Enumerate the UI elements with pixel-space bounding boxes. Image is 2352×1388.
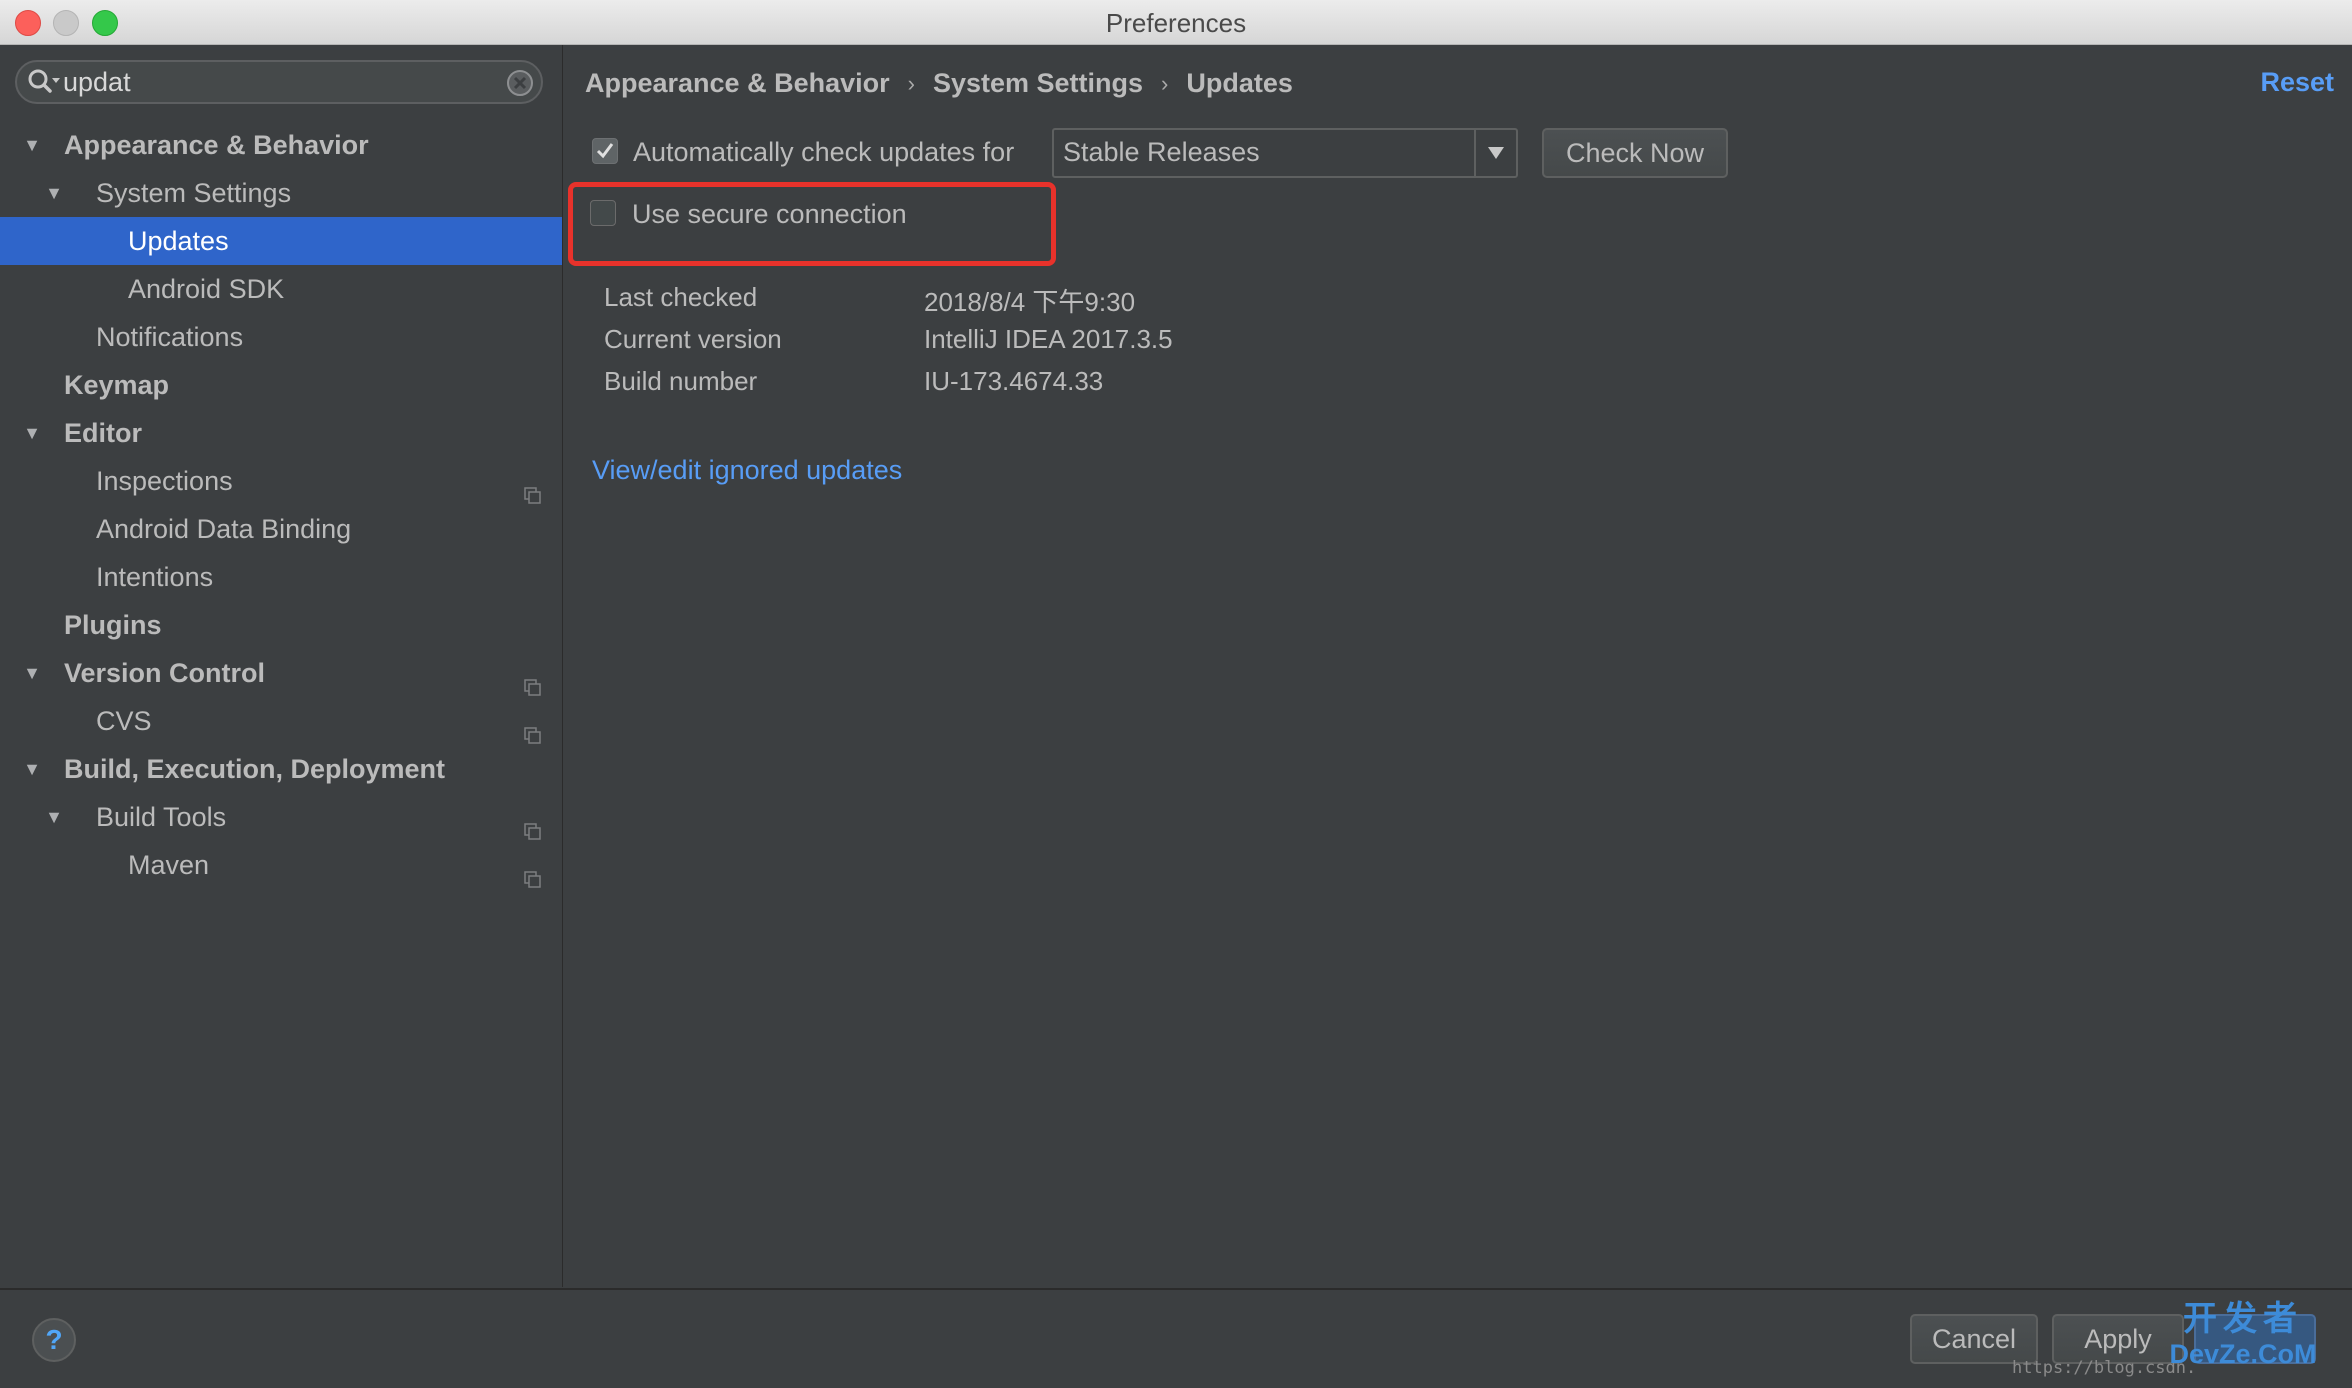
sidebar-item-label: Maven bbox=[128, 850, 210, 880]
search-input[interactable] bbox=[63, 64, 483, 100]
sidebar-item-version-control[interactable]: ▼ Version Control bbox=[0, 649, 562, 697]
view-edit-ignored-updates-link[interactable]: View/edit ignored updates bbox=[592, 455, 902, 486]
sidebar-item-build-tools[interactable]: ▼ Build Tools bbox=[0, 793, 562, 841]
reset-link[interactable]: Reset bbox=[2260, 67, 2334, 98]
info-value: IU-173.4674.33 bbox=[924, 366, 1104, 396]
breadcrumb-appearance-behavior: Appearance & Behavior bbox=[585, 68, 890, 99]
expand-arrow-icon[interactable]: ▼ bbox=[22, 649, 42, 697]
search-box[interactable] bbox=[15, 60, 543, 104]
dropdown-arrow-button[interactable] bbox=[1474, 130, 1516, 176]
project-level-icon bbox=[524, 712, 542, 744]
settings-sidebar: ▼Appearance & Behavior▼System SettingsUp… bbox=[0, 45, 563, 1287]
sidebar-item-build-execution-deployment[interactable]: ▼ Build, Execution, Deployment bbox=[0, 745, 562, 793]
update-channel-value: Stable Releases bbox=[1063, 137, 1260, 167]
expand-arrow-icon[interactable]: ▼ bbox=[44, 169, 64, 217]
search-icon[interactable] bbox=[27, 68, 63, 96]
sidebar-item-android-sdk[interactable]: Android SDK bbox=[0, 265, 562, 313]
window-title: Preferences bbox=[1105, 8, 1247, 38]
info-value: IntelliJ IDEA 2017.3.5 bbox=[924, 324, 1173, 354]
expand-arrow-icon[interactable]: ▼ bbox=[22, 409, 42, 457]
info-key: Last checked bbox=[604, 282, 758, 312]
clear-search-icon[interactable] bbox=[505, 68, 535, 98]
project-level-icon bbox=[524, 472, 542, 504]
checkmark-icon bbox=[596, 143, 614, 159]
sidebar-item-plugins[interactable]: Plugins bbox=[0, 601, 562, 649]
sidebar-item-label: Editor bbox=[64, 418, 142, 448]
sidebar-item-maven[interactable]: Maven bbox=[0, 841, 562, 889]
sidebar-item-android-data-binding[interactable]: Android Data Binding bbox=[0, 505, 562, 553]
breadcrumb-updates: Updates bbox=[1186, 68, 1293, 99]
chevron-down-icon bbox=[1488, 147, 1504, 159]
sidebar-item-editor[interactable]: ▼ Editor bbox=[0, 409, 562, 457]
apply-button[interactable]: Apply bbox=[2052, 1314, 2184, 1364]
dialog-footer: ? Cancel Apply https://blog.csdn. 开发者 De… bbox=[0, 1288, 2352, 1388]
auto-check-updates-checkbox[interactable] bbox=[592, 138, 618, 164]
info-value: 2018/8/4 下午9:30 bbox=[924, 287, 1136, 317]
sidebar-item-label: Inspections bbox=[96, 466, 233, 496]
info-key: Current version bbox=[604, 324, 782, 354]
project-level-icon bbox=[524, 808, 542, 840]
breadcrumb-system-settings: System Settings bbox=[932, 68, 1144, 99]
sidebar-item-intentions[interactable]: Intentions bbox=[0, 553, 562, 601]
sidebar-item-updates[interactable]: Updates bbox=[0, 217, 562, 265]
brand-watermark-bottom: DevZe.CoM bbox=[2169, 1339, 2317, 1369]
breadcrumb-separator: › bbox=[907, 70, 915, 96]
title-bar: Preferences bbox=[0, 0, 2352, 45]
cancel-button[interactable]: Cancel bbox=[1910, 1314, 2038, 1364]
sidebar-item-appearance-behavior[interactable]: ▼ Appearance & Behavior bbox=[0, 121, 562, 169]
sidebar-item-label: Build Tools bbox=[96, 802, 227, 832]
update-channel-select[interactable]: Stable Releases bbox=[1052, 128, 1518, 178]
expand-arrow-icon[interactable]: ▼ bbox=[44, 793, 64, 841]
project-level-icon bbox=[524, 664, 542, 696]
sidebar-item-label: Updates bbox=[128, 226, 229, 256]
sidebar-item-label: System Settings bbox=[96, 178, 292, 208]
sidebar-item-inspections[interactable]: Inspections bbox=[0, 457, 562, 505]
settings-tree: ▼ Appearance & Behavior ▼ System Settings Up… bbox=[0, 121, 562, 889]
breadcrumb-separator: › bbox=[1161, 70, 1169, 96]
annotation-highlight-box bbox=[568, 182, 1056, 266]
sidebar-item-label: Notifications bbox=[96, 322, 244, 352]
sidebar-item-label: Android SDK bbox=[128, 274, 285, 304]
breadcrumb: Appearance & Behavior › System Settings › Up… bbox=[585, 67, 1293, 107]
expand-arrow-icon[interactable]: ▼ bbox=[22, 745, 42, 793]
sidebar-item-label: Appearance & Behavior bbox=[64, 130, 369, 160]
sidebar-item-label: Android Data Binding bbox=[96, 514, 352, 544]
sidebar-item-label: Build, Execution, Deployment bbox=[64, 754, 446, 784]
sidebar-item-label: CVS bbox=[96, 706, 152, 736]
brand-watermark-top: 开发者 bbox=[2183, 1300, 2303, 1338]
check-now-button[interactable]: Check Now bbox=[1542, 128, 1728, 178]
sidebar-item-system-settings[interactable]: ▼ System Settings bbox=[0, 169, 562, 217]
project-level-icon bbox=[524, 856, 542, 888]
sidebar-item-label: Keymap bbox=[64, 370, 170, 400]
expand-arrow-icon[interactable]: ▼ bbox=[22, 121, 42, 169]
info-key: Build number bbox=[604, 366, 758, 396]
sidebar-item-notifications[interactable]: Notifications bbox=[0, 313, 562, 361]
sidebar-item-label: Plugins bbox=[64, 610, 162, 640]
auto-check-updates-label: Automatically check updates for bbox=[633, 137, 1015, 167]
sidebar-item-keymap[interactable]: Keymap bbox=[0, 361, 562, 409]
sidebar-item-cvs[interactable]: CVS bbox=[0, 697, 562, 745]
brand-watermark-logo: 开发者 DevZe.CoM bbox=[2168, 1300, 2318, 1378]
help-button[interactable]: ? bbox=[32, 1318, 76, 1362]
sidebar-item-label: Intentions bbox=[96, 562, 214, 592]
sidebar-item-label: Version Control bbox=[64, 658, 266, 688]
